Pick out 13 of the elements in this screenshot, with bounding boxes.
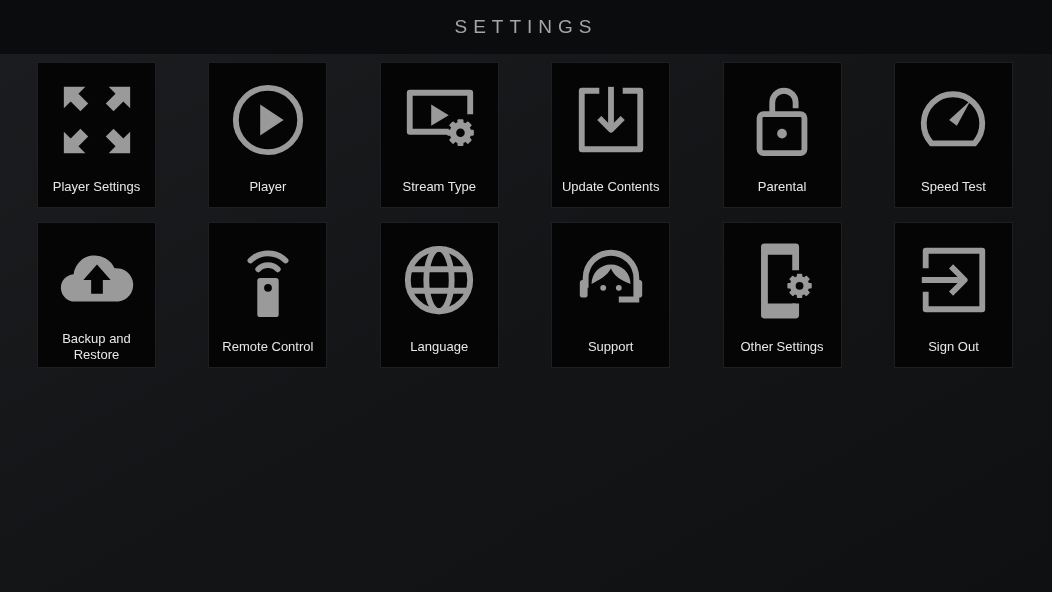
settings-tile[interactable]: Player — [208, 62, 328, 208]
page-title: SETTINGS — [454, 14, 598, 39]
settings-tile[interactable]: Support — [551, 222, 671, 368]
settings-tile[interactable]: Other Settings — [722, 222, 842, 368]
settings-tile[interactable]: Parental — [722, 62, 842, 208]
settings-tile[interactable]: Player Settings — [37, 62, 156, 208]
settings-tile[interactable]: Speed Test — [893, 62, 1013, 208]
settings-tile[interactable]: Update Contents — [551, 62, 671, 208]
settings-tile[interactable]: Stream Type — [379, 62, 499, 208]
settings-tile[interactable]: Remote Control — [208, 222, 328, 368]
settings-tile[interactable]: Sign Out — [893, 222, 1013, 368]
settings-tile[interactable]: Backup and Restore — [37, 222, 156, 368]
settings-tile[interactable]: Language — [379, 222, 499, 368]
